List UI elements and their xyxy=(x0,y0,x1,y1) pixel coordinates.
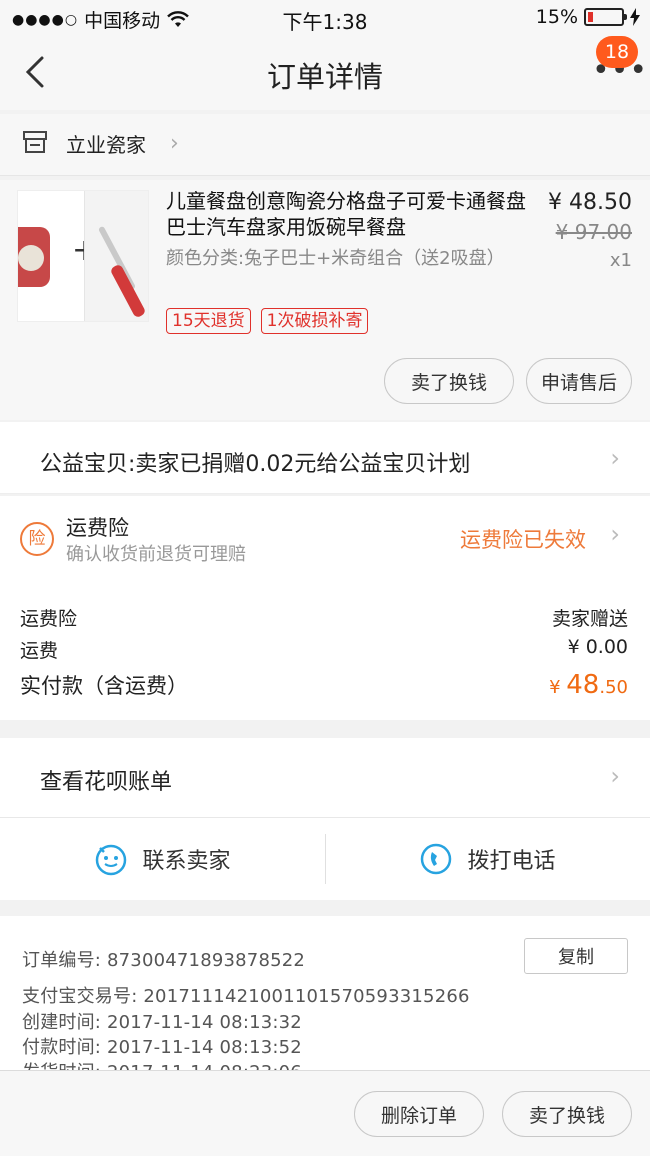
charity-text: 公益宝贝:卖家已捐赠0.02元给公益宝贝计划 xyxy=(40,452,471,477)
phone-icon xyxy=(421,843,452,875)
order-info: 订单编号: 87300471893878522 复制 支付宝交易号: 20171… xyxy=(0,916,650,1070)
insurance-status: 运费险已失效 xyxy=(460,528,586,552)
paid-time: 付款时间: 2017-11-14 08:13:52 xyxy=(22,1037,302,1058)
alipay-trade-number: 支付宝交易号: 2017111421001101570593315266 xyxy=(22,986,470,1007)
product-card[interactable]: + 儿童餐盘创意陶瓷分格盘子可爱卡通餐盘巴士汽车盘家用饭碗早餐盘 颜色分类:兔子… xyxy=(0,180,650,420)
back-chevron-icon[interactable] xyxy=(18,52,58,92)
charging-bolt-icon xyxy=(630,8,640,26)
fee-row-insurance: 运费险 卖家赠送 xyxy=(20,604,628,631)
status-bar: ●●●●○ 中国移动 下午1:38 15% xyxy=(0,0,650,36)
tag-breakage-reship: 1次破损补寄 xyxy=(260,308,369,334)
huabei-bill-row[interactable]: 查看花呗账单 › xyxy=(0,738,650,818)
call-phone-label: 拨打电话 xyxy=(467,849,556,874)
order-number: 订单编号: 87300471893878522 xyxy=(22,950,306,971)
fee-label: 运费 xyxy=(20,640,59,662)
charity-chevron-right-icon: › xyxy=(610,444,620,472)
total-decimal: .50 xyxy=(599,677,628,698)
bottom-action-bar: 删除订单 卖了换钱 xyxy=(0,1070,650,1156)
fee-value: 卖家赠送 xyxy=(551,608,628,630)
huabei-chevron-right-icon: › xyxy=(610,762,620,790)
sell-for-cash-button[interactable]: 卖了换钱 xyxy=(502,1091,632,1137)
created-time: 创建时间: 2017-11-14 08:13:32 xyxy=(22,1012,302,1033)
insurance-subtitle: 确认收货前退货可理赔 xyxy=(66,544,246,565)
contact-row: 联系卖家 拨打电话 xyxy=(0,818,650,900)
store-icon xyxy=(23,131,47,153)
resell-button[interactable]: 卖了换钱 xyxy=(384,358,514,404)
product-price: ¥ 48.50 xyxy=(548,190,632,215)
battery-icon xyxy=(584,8,627,26)
total-currency: ¥ xyxy=(549,677,561,698)
total-label: 实付款（含运费） xyxy=(20,674,188,698)
nav-bar: 订单详情 ••• 18 xyxy=(0,36,650,110)
tag-return-policy: 15天退货 xyxy=(166,308,251,334)
insurance-title: 运费险 xyxy=(66,516,129,540)
after-sales-button[interactable]: 申请售后 xyxy=(526,358,632,404)
insurance-chevron-right-icon: › xyxy=(610,520,620,548)
shipping-insurance-row[interactable]: 险 运费险 确认收货前退货可理赔 运费险已失效 › xyxy=(0,496,650,586)
shop-chevron-right-icon: › xyxy=(170,131,179,156)
more-options-icon[interactable]: ••• xyxy=(592,56,647,86)
total-amount: ¥ 48.50 xyxy=(549,670,628,700)
product-title[interactable]: 儿童餐盘创意陶瓷分格盘子可爱卡通餐盘巴士汽车盘家用饭碗早餐盘 xyxy=(166,188,534,240)
product-quantity: x1 xyxy=(609,250,632,271)
fee-summary: 运费险 卖家赠送 运费 ¥ 0.00 实付款（含运费） ¥ 48.50 xyxy=(0,586,650,720)
shipped-time: 发货时间: 2017-11-14 08:23:06 xyxy=(22,1058,302,1070)
battery-percent: 15% xyxy=(535,6,578,28)
total-integer: 48 xyxy=(566,670,600,700)
contact-seller-label: 联系卖家 xyxy=(142,849,231,874)
product-image[interactable]: + xyxy=(17,190,149,322)
huabei-text: 查看花呗账单 xyxy=(40,770,173,795)
delete-order-button[interactable]: 删除订单 xyxy=(354,1091,484,1137)
fee-label: 运费险 xyxy=(20,608,78,630)
shop-row[interactable]: 立业瓷家 › xyxy=(0,114,650,176)
product-sku: 颜色分类:兔子巴士+米奇组合（送2吸盘） xyxy=(166,248,505,269)
original-price: ¥ 97.00 xyxy=(555,220,632,244)
copy-button[interactable]: 复制 xyxy=(524,938,628,974)
notification-badge: 18 xyxy=(596,36,638,68)
page-title: 订单详情 xyxy=(266,60,383,94)
contact-seller-button[interactable]: 联系卖家 xyxy=(0,818,325,900)
insurance-icon: 险 xyxy=(20,522,54,556)
shop-name: 立业瓷家 xyxy=(66,133,146,157)
chat-face-icon xyxy=(96,844,127,876)
fee-value: ¥ 0.00 xyxy=(567,636,628,658)
fee-row-shipping: 运费 ¥ 0.00 xyxy=(20,636,628,663)
call-phone-button[interactable]: 拨打电话 xyxy=(325,818,650,900)
charity-row[interactable]: 公益宝贝:卖家已捐赠0.02元给公益宝贝计划 › xyxy=(0,422,650,494)
fee-row-total: 实付款（含运费） ¥ 48.50 xyxy=(20,670,628,700)
